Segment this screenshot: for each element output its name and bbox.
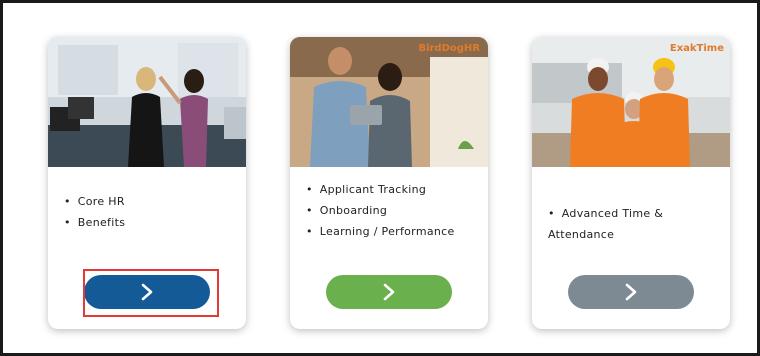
exaktime-logo: ExakTime	[669, 43, 724, 54]
chevron-right-icon	[383, 283, 395, 301]
list-item: • Core HR	[64, 195, 125, 208]
list-item: • Benefits	[64, 216, 126, 229]
construction-workers-photo: ExakTime	[532, 37, 730, 167]
highlight-box	[83, 269, 219, 317]
list-item: • Learning / Performance	[306, 225, 455, 238]
birddoghr-next-button[interactable]	[326, 275, 452, 309]
birddoghr-logo: BirdDogHR	[418, 43, 480, 54]
business-people-tablet-photo: BirdDogHR	[290, 37, 488, 167]
product-card-exaktime: ExakTime • Advanced Time & Attendance	[532, 37, 730, 329]
feature-list: • Advanced Time & Attendance	[548, 203, 730, 245]
list-item: • Onboarding	[306, 204, 388, 217]
list-item: • Advanced Time & Attendance	[548, 207, 664, 241]
office-people-photo	[48, 37, 246, 167]
list-item: • Applicant Tracking	[306, 183, 427, 196]
chevron-right-icon	[625, 283, 637, 301]
content-frame: • Core HR • Benefits BirdDogHR • Applicant	[0, 0, 760, 356]
feature-list: • Core HR • Benefits	[64, 191, 125, 233]
exaktime-next-button[interactable]	[568, 275, 694, 309]
feature-list: • Applicant Tracking • Onboarding • Learnin…	[306, 179, 455, 242]
product-card-birddoghr: BirdDogHR • Applicant Tracking • Onboardin…	[290, 37, 488, 329]
